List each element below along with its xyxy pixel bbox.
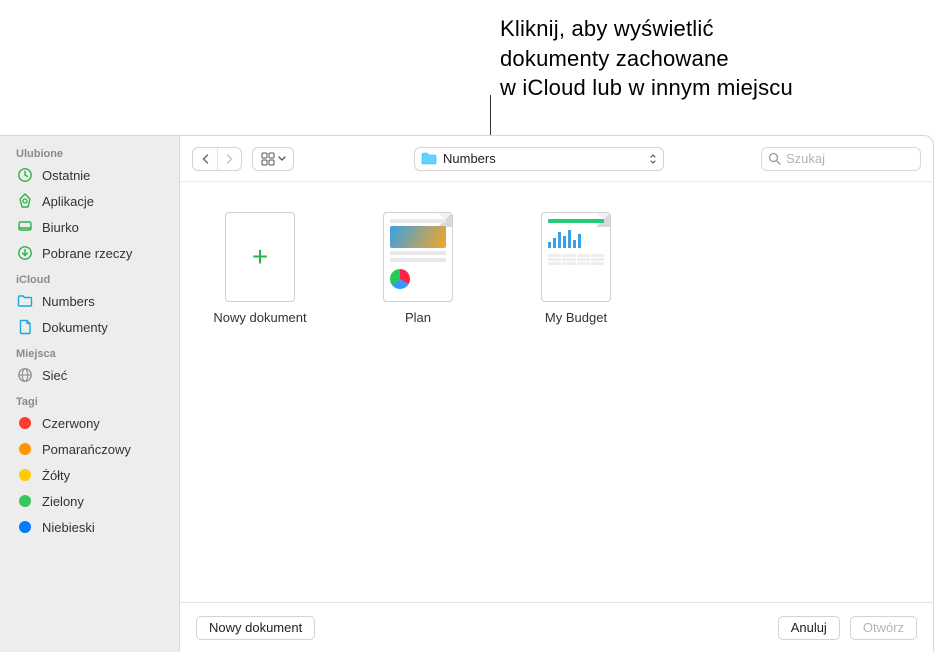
callout-line: dokumenty zachowane: [500, 44, 793, 74]
open-button[interactable]: Otwórz: [850, 616, 917, 640]
chevron-down-icon: [278, 156, 286, 162]
sidebar-section-header: Tagi: [0, 390, 179, 410]
folder-icon: [421, 152, 437, 165]
document-thumbnail: +: [225, 212, 295, 302]
callout-text: Kliknij, aby wyświetlić dokumenty zachow…: [500, 14, 793, 103]
sidebar-item[interactable]: Biurko: [0, 214, 179, 240]
dot-icon: [16, 414, 34, 432]
sidebar-item[interactable]: Pomarańczowy: [0, 436, 179, 462]
sidebar-item[interactable]: Żółty: [0, 462, 179, 488]
sidebar-item[interactable]: Numbers: [0, 288, 179, 314]
sidebar-item[interactable]: Dokumenty: [0, 314, 179, 340]
search-box[interactable]: [761, 147, 921, 171]
sidebar-item-label: Dokumenty: [42, 320, 108, 335]
sidebar-item-label: Ostatnie: [42, 168, 90, 183]
sidebar-item-label: Żółty: [42, 468, 70, 483]
desk-icon: [16, 218, 34, 236]
search-input[interactable]: [786, 151, 934, 166]
document-label: Plan: [405, 310, 431, 325]
dot-icon: [16, 466, 34, 484]
sidebar: Ulubione Ostatnie Aplikacje Biurko Pobrane r…: [0, 136, 180, 652]
sidebar-section-header: iCloud: [0, 268, 179, 288]
sidebar-item-label: Sieć: [42, 368, 67, 383]
new-document-tile[interactable]: + Nowy dokument: [200, 212, 320, 325]
sidebar-item-label: Numbers: [42, 294, 95, 309]
sidebar-item[interactable]: Sieć: [0, 362, 179, 388]
document-icon: [16, 318, 34, 336]
file-grid[interactable]: + Nowy dokument Plan My Budget: [180, 182, 933, 602]
globe-icon: [16, 366, 34, 384]
sidebar-item-label: Pomarańczowy: [42, 442, 131, 457]
sidebar-section-header: Miejsca: [0, 342, 179, 362]
view-mode-button[interactable]: [252, 147, 294, 171]
document-tile[interactable]: My Budget: [516, 212, 636, 325]
sidebar-item[interactable]: Zielony: [0, 488, 179, 514]
plus-icon: +: [252, 241, 268, 273]
sidebar-item[interactable]: Niebieski: [0, 514, 179, 540]
sidebar-item-label: Aplikacje: [42, 194, 94, 209]
location-popup[interactable]: Numbers: [414, 147, 664, 171]
sidebar-item-label: Pobrane rzeczy: [42, 246, 132, 261]
folder-icon: [16, 292, 34, 310]
document-label: My Budget: [545, 310, 607, 325]
open-dialog-window: Ulubione Ostatnie Aplikacje Biurko Pobrane r…: [0, 135, 934, 652]
toolbar: Numbers: [180, 136, 933, 182]
nav-back-button[interactable]: [193, 148, 217, 170]
download-icon: [16, 244, 34, 262]
callout-line: Kliknij, aby wyświetlić: [500, 14, 793, 44]
nav-buttons: [192, 147, 242, 171]
sidebar-item[interactable]: Pobrane rzeczy: [0, 240, 179, 266]
callout-line: w iCloud lub w innym miejscu: [500, 73, 793, 103]
dot-icon: [16, 440, 34, 458]
nav-forward-button[interactable]: [217, 148, 241, 170]
document-label: Nowy dokument: [213, 310, 306, 325]
sidebar-section-header: Ulubione: [0, 142, 179, 162]
document-tile[interactable]: Plan: [358, 212, 478, 325]
sidebar-item[interactable]: Czerwony: [0, 410, 179, 436]
updown-chevron-icon: [649, 153, 657, 165]
clock-icon: [16, 166, 34, 184]
sidebar-item[interactable]: Aplikacje: [0, 188, 179, 214]
new-document-button[interactable]: Nowy dokument: [196, 616, 315, 640]
search-icon: [768, 152, 781, 165]
document-thumbnail: [541, 212, 611, 302]
sidebar-item[interactable]: Ostatnie: [0, 162, 179, 188]
dot-icon: [16, 518, 34, 536]
main-area: Numbers + Nowy dokument Plan My Budget Nowy…: [180, 136, 933, 652]
dot-icon: [16, 492, 34, 510]
document-thumbnail: [383, 212, 453, 302]
dialog-footer: Nowy dokument Anuluj Otwórz: [180, 602, 933, 652]
location-label: Numbers: [443, 151, 643, 166]
sidebar-item-label: Biurko: [42, 220, 79, 235]
cancel-button[interactable]: Anuluj: [778, 616, 840, 640]
apps-icon: [16, 192, 34, 210]
sidebar-item-label: Czerwony: [42, 416, 100, 431]
sidebar-item-label: Niebieski: [42, 520, 95, 535]
sidebar-item-label: Zielony: [42, 494, 84, 509]
